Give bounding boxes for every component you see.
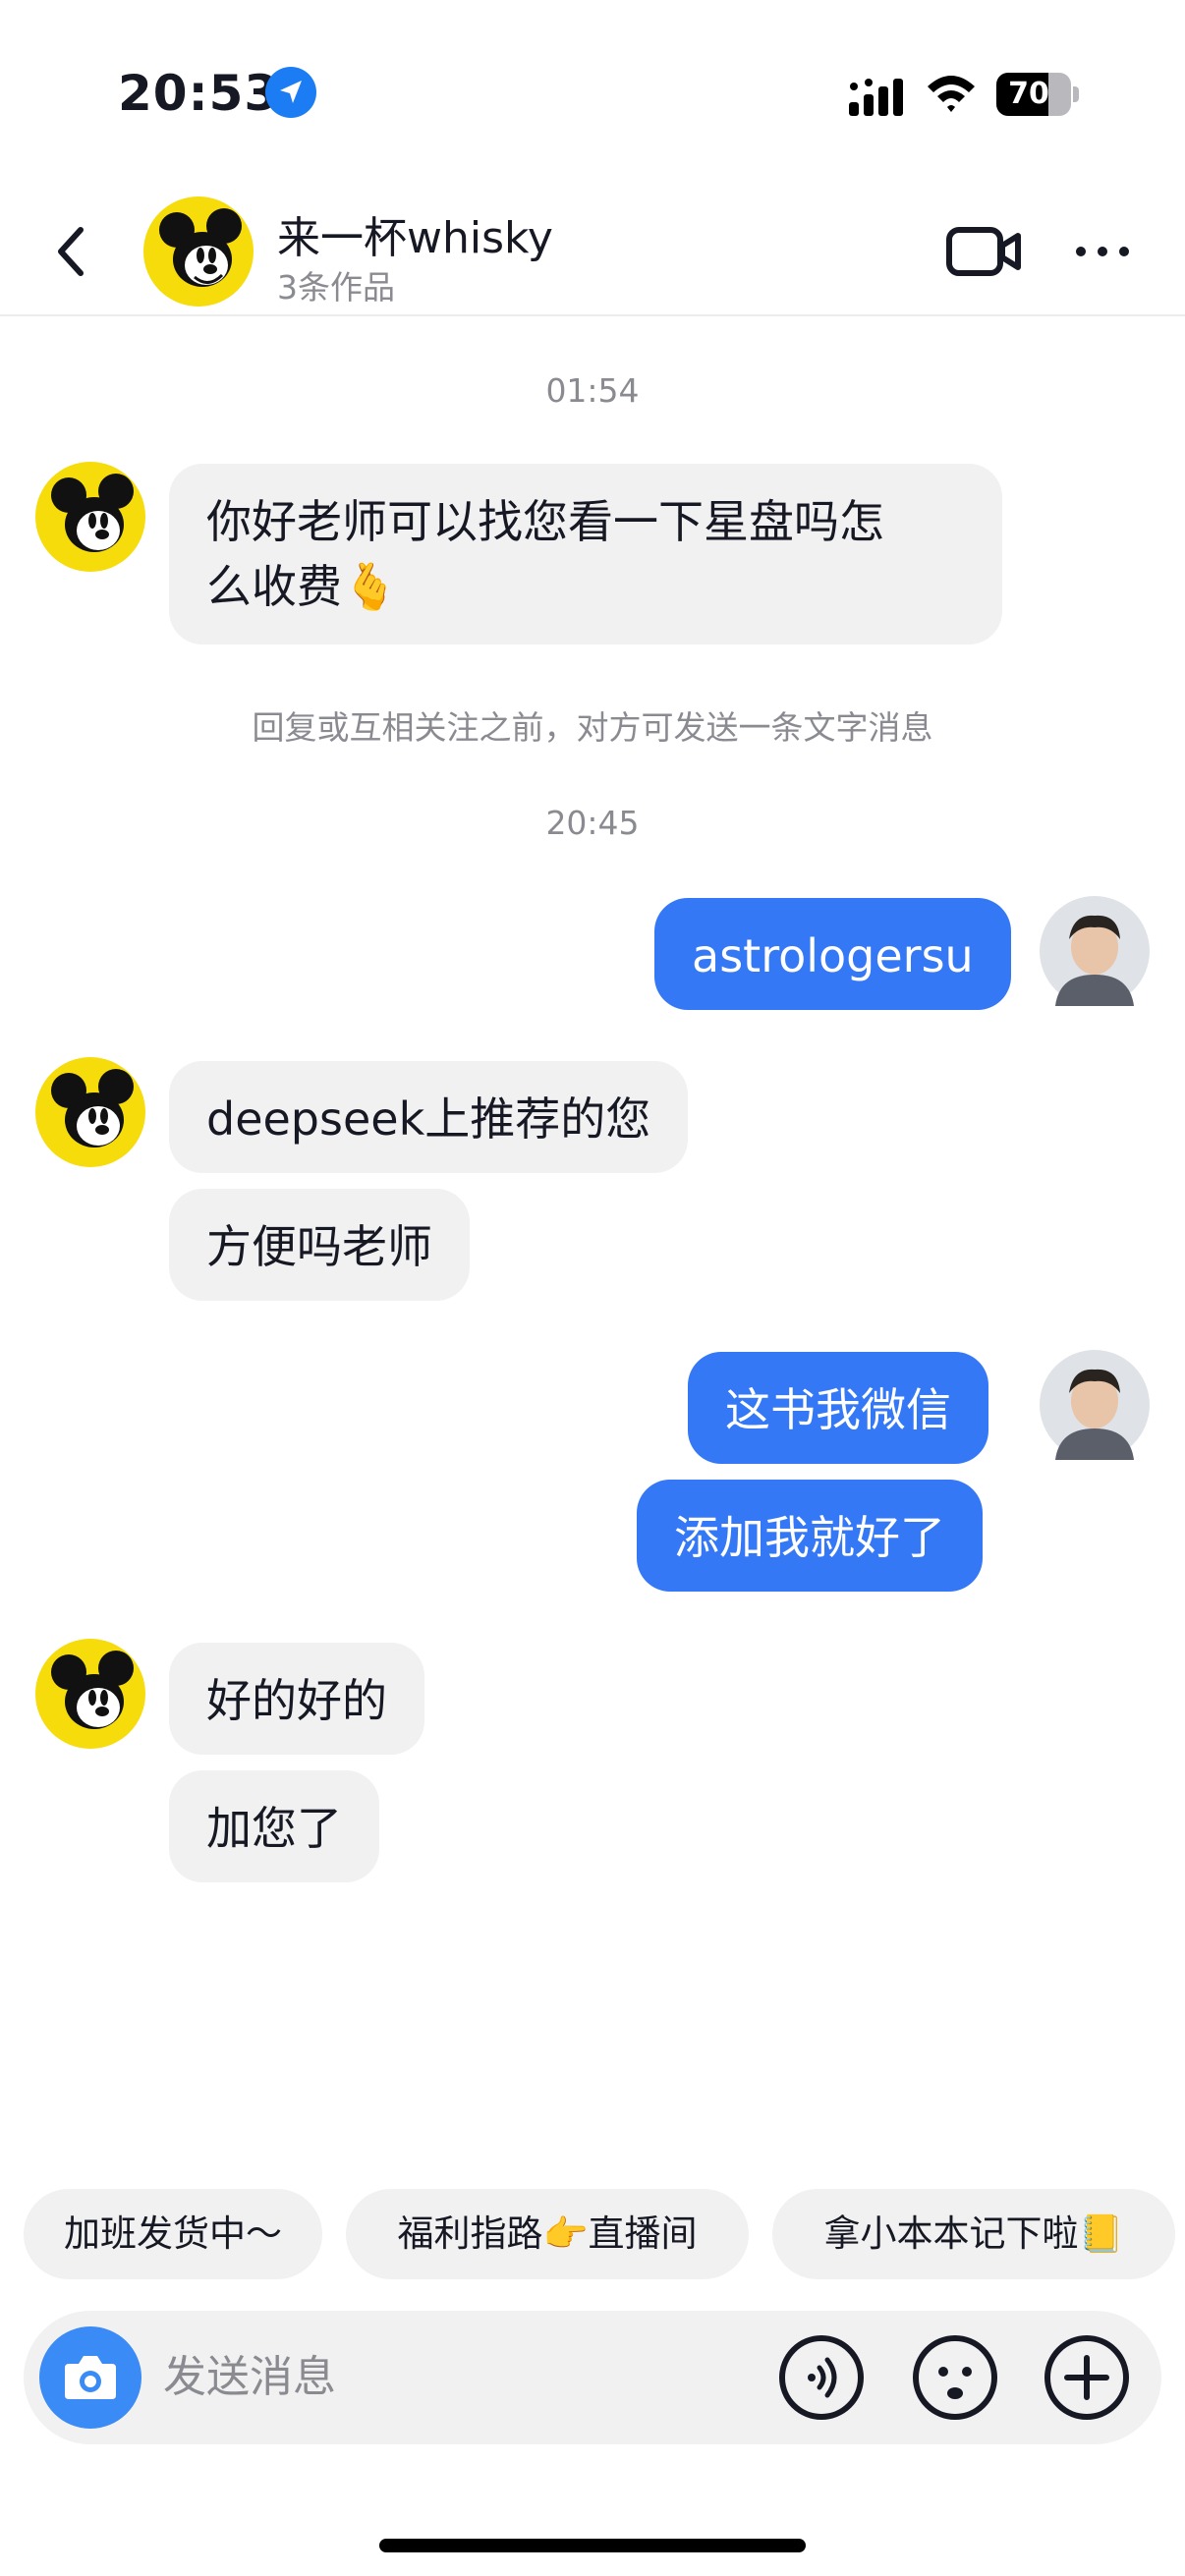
battery-indicator: 70: [996, 73, 1079, 116]
chat-header: 来一杯whisky 3条作品: [0, 187, 1185, 316]
message-input-bar: 发送消息: [24, 2311, 1161, 2444]
contact-message-avatar[interactable]: [35, 1639, 145, 1749]
quick-reply-chip[interactable]: 福利指路👉直播间: [346, 2189, 749, 2279]
message-bubble-outgoing[interactable]: 这书我微信: [688, 1352, 988, 1464]
home-indicator: [379, 2539, 806, 2552]
contact-avatar[interactable]: [143, 196, 254, 307]
back-icon[interactable]: [43, 216, 102, 287]
camera-icon: [65, 2356, 116, 2399]
message-bubble-incoming[interactable]: 方便吗老师: [169, 1189, 470, 1301]
camera-button[interactable]: [39, 2326, 141, 2429]
contact-message-avatar[interactable]: [35, 462, 145, 572]
contact-works-count: 3条作品: [277, 268, 395, 307]
timestamp: 20:45: [545, 804, 640, 842]
system-notice: 回复或互相关注之前，对方可发送一条文字消息: [252, 708, 933, 747]
message-bubble-incoming[interactable]: 加您了: [169, 1770, 379, 1882]
status-bar: 20:53 70: [0, 0, 1185, 187]
voice-icon[interactable]: [778, 2334, 865, 2421]
user-avatar[interactable]: [1040, 896, 1150, 1006]
status-time: 20:53: [118, 65, 280, 122]
message-bubble-incoming[interactable]: 你好老师可以找您看一下星盘吗怎 么收费🫰: [169, 464, 1002, 644]
message-input[interactable]: 发送消息: [163, 2311, 336, 2444]
battery-level: 70: [1008, 77, 1049, 111]
message-bubble-incoming[interactable]: deepseek上推荐的您: [169, 1061, 689, 1173]
signal-icon: [849, 79, 903, 116]
quick-reply-chip[interactable]: 拿小本本记下啦📒: [772, 2189, 1175, 2279]
contact-name[interactable]: 来一杯whisky: [277, 202, 553, 265]
message-bubble-incoming[interactable]: 好的好的: [169, 1643, 424, 1755]
wifi-icon: [928, 76, 975, 112]
emoji-icon[interactable]: [912, 2334, 998, 2421]
plus-icon[interactable]: [1044, 2334, 1130, 2421]
video-call-icon[interactable]: [945, 222, 1024, 281]
message-bubble-outgoing[interactable]: 添加我就好了: [637, 1480, 983, 1592]
timestamp: 01:54: [545, 371, 640, 410]
user-avatar[interactable]: [1040, 1350, 1150, 1460]
message-bubble-outgoing[interactable]: astrologersu: [654, 898, 1011, 1010]
location-arrow-icon: [265, 67, 316, 118]
more-icon[interactable]: [1071, 232, 1134, 271]
contact-message-avatar[interactable]: [35, 1057, 145, 1167]
quick-reply-chip[interactable]: 加班发货中～: [24, 2189, 322, 2279]
